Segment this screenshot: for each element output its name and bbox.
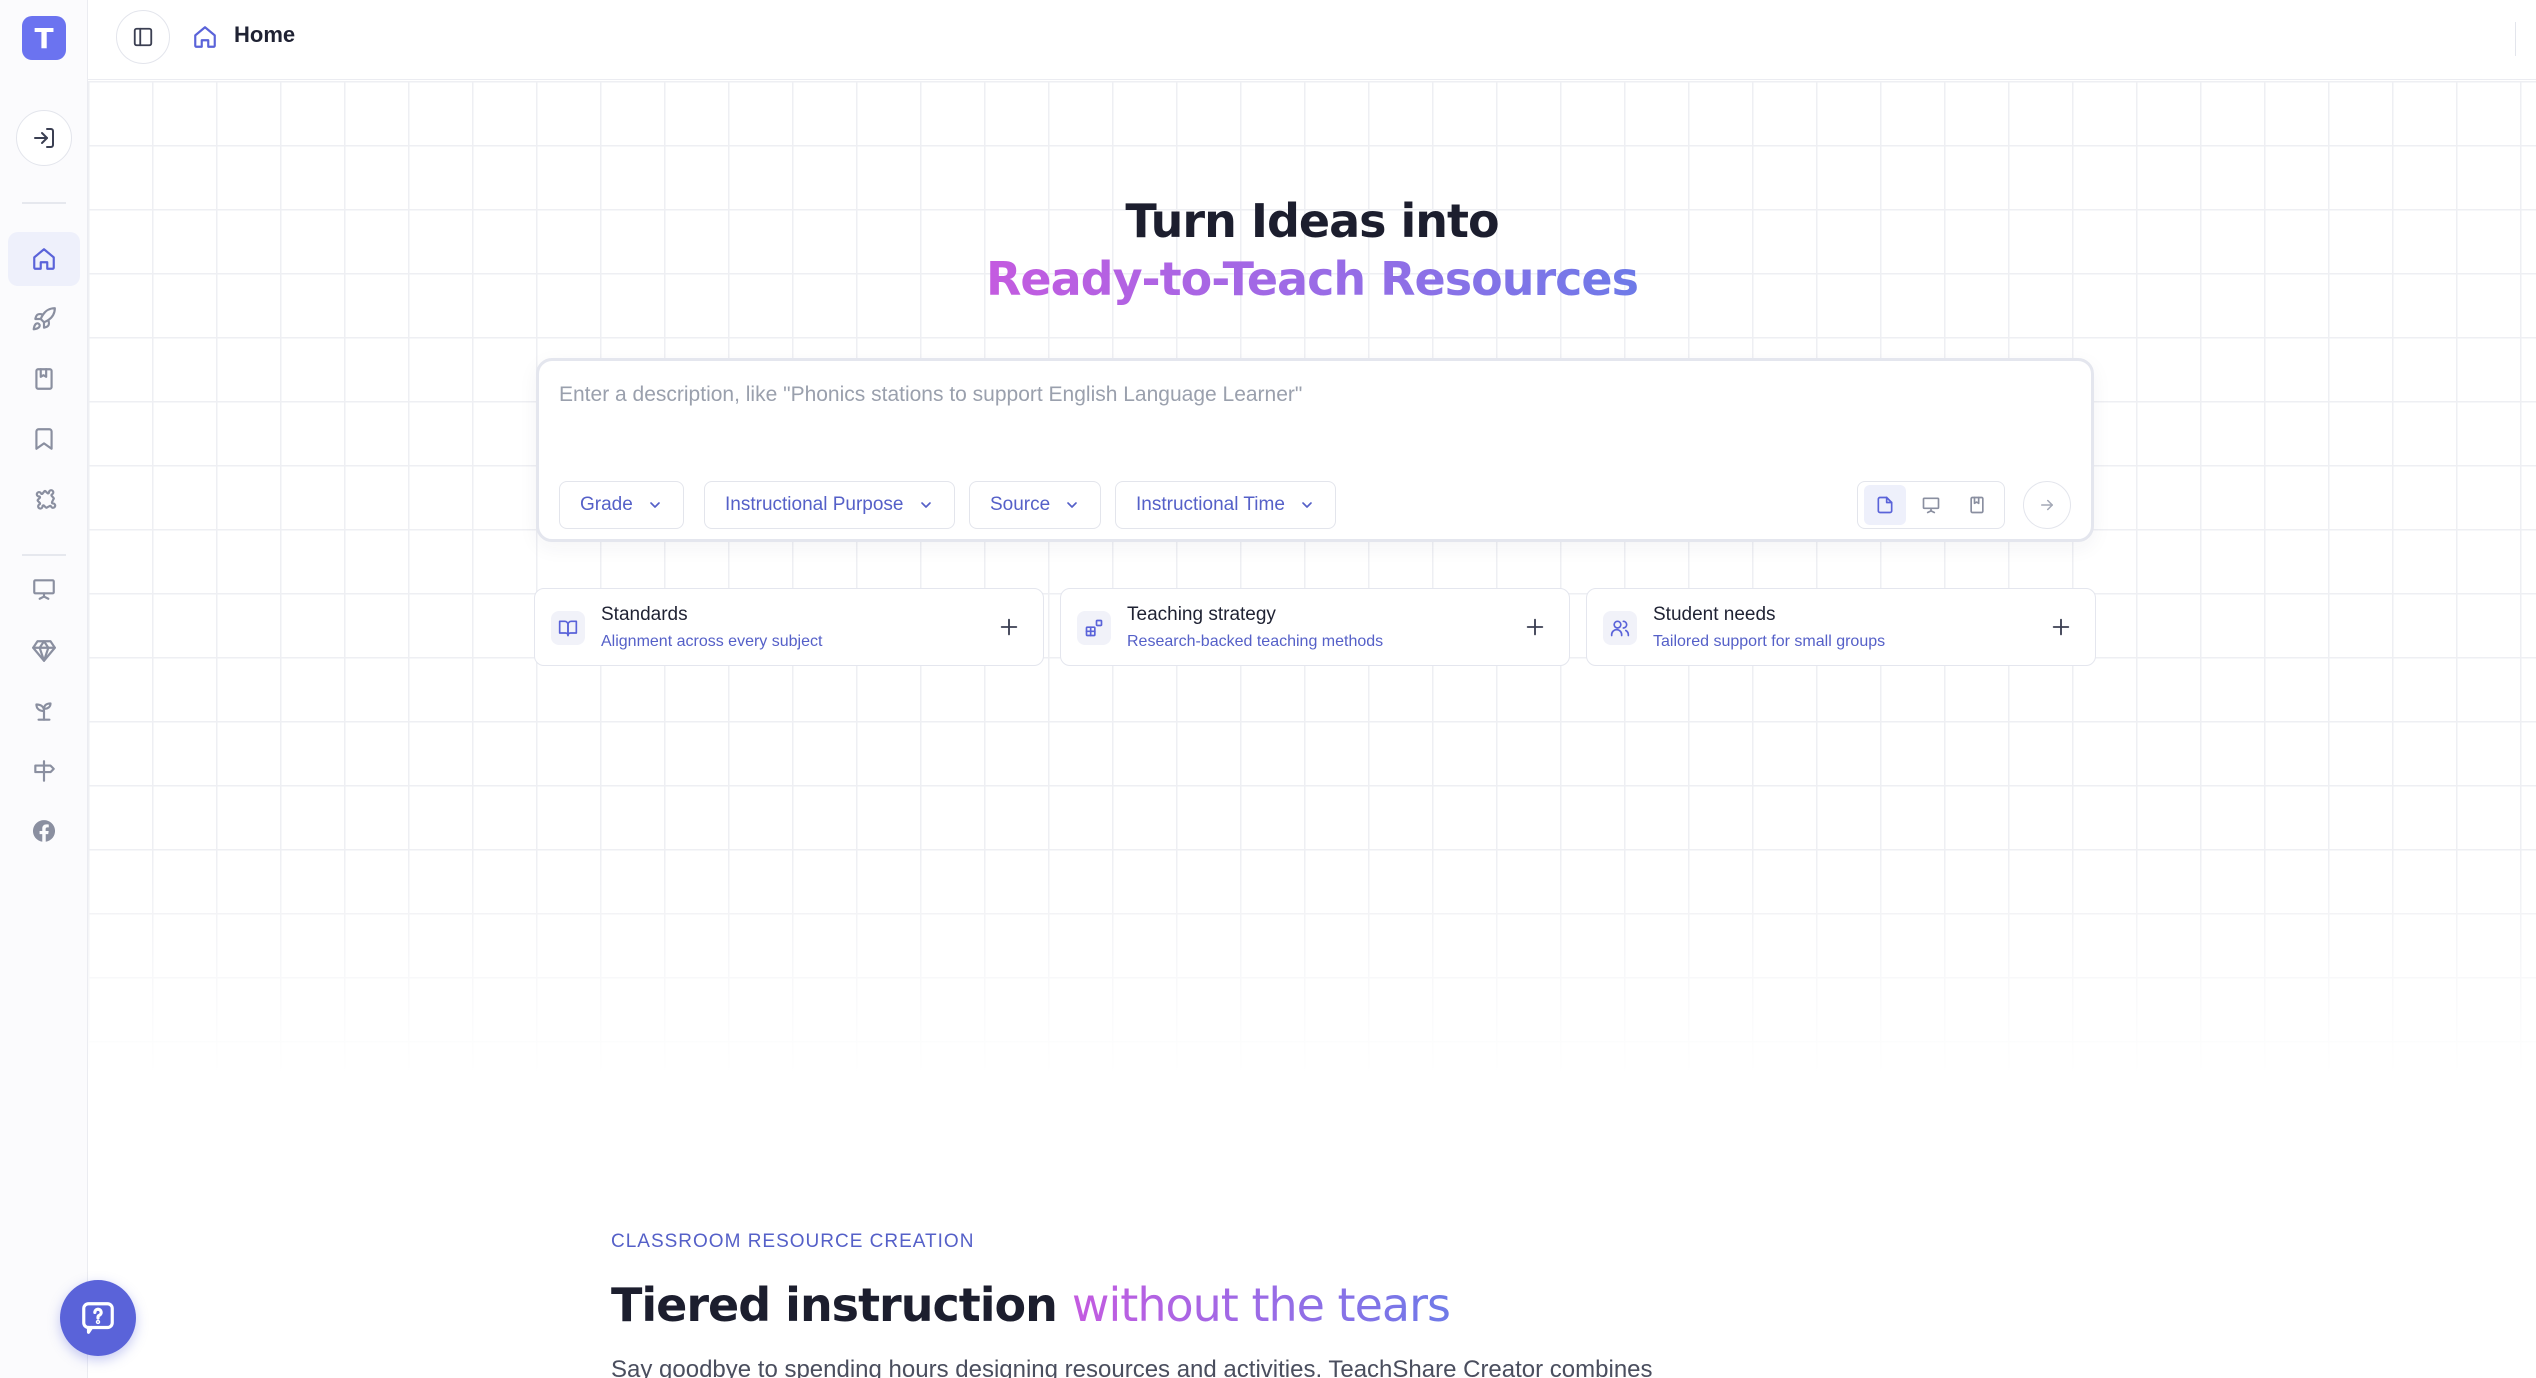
- instructional-purpose-dropdown[interactable]: Instructional Purpose: [704, 481, 955, 529]
- chevron-down-icon: [1067, 502, 1078, 508]
- top-bar: Home: [88, 0, 2536, 80]
- instructional-time-dropdown[interactable]: Instructional Time: [1115, 481, 1336, 529]
- presentation-icon: [33, 579, 55, 600]
- section-eyebrow: CLASSROOM RESOURCE CREATION: [611, 1231, 975, 1252]
- instructional-purpose-label: Instructional Purpose: [725, 494, 904, 515]
- panel-left-icon: [133, 27, 153, 47]
- instructional-time-label: Instructional Time: [1136, 494, 1285, 515]
- bookmark-icon: [35, 428, 53, 450]
- book-icon: [35, 368, 53, 390]
- card-subtitle: Research-backed teaching methods: [1127, 633, 1384, 650]
- description-input[interactable]: [559, 375, 2059, 415]
- section-title-plain: Tiered instruction: [611, 1278, 1072, 1332]
- card-title: Student needs: [1653, 604, 1776, 625]
- card-subtitle: Tailored support for small groups: [1653, 633, 1886, 650]
- hero-title-line-1: Turn Ideas into: [1125, 194, 1499, 248]
- facebook-icon: [32, 820, 56, 842]
- users-icon: [1603, 611, 1637, 645]
- card-title: Teaching strategy: [1127, 604, 1276, 625]
- source-dropdown[interactable]: Source: [969, 481, 1102, 529]
- sprout-icon: [35, 702, 52, 721]
- sidebar-item-integrations[interactable]: [8, 472, 80, 526]
- sidebar: T: [0, 0, 88, 1378]
- sidebar-item-create[interactable]: [8, 292, 80, 346]
- sidebar-item-facebook[interactable]: [8, 804, 80, 858]
- sign-in-button[interactable]: [16, 110, 72, 166]
- hero-fade: [88, 850, 2536, 1100]
- signpost-icon: [34, 760, 55, 782]
- rocket-icon: [32, 307, 56, 331]
- section-title-accent: without the tears: [1071, 1278, 1451, 1332]
- lower-section: [88, 1095, 2536, 1378]
- student-needs-card[interactable]: Student needs Tailored support for small…: [1586, 588, 2096, 666]
- standards-card[interactable]: Standards Alignment across every subject: [534, 588, 1044, 666]
- sidebar-item-home[interactable]: [8, 232, 80, 286]
- teaching-strategy-card[interactable]: Teaching strategy Research-backed teachi…: [1060, 588, 1570, 666]
- section-title: Tiered instruction without the tears: [611, 1278, 1451, 1332]
- sidebar-item-presentations[interactable]: [8, 562, 80, 616]
- plus-icon[interactable]: [2045, 611, 2077, 643]
- breadcrumb: Home: [234, 22, 296, 47]
- sidebar-item-premium[interactable]: [8, 624, 80, 678]
- sidebar-item-growth[interactable]: [8, 684, 80, 738]
- presentation-mode-button[interactable]: [1910, 485, 1952, 525]
- document-mode-button[interactable]: [1864, 485, 1906, 525]
- card-subtitle: Alignment across every subject: [601, 633, 823, 650]
- puzzle-icon: [35, 489, 57, 510]
- help-chat-button[interactable]: [60, 1280, 136, 1356]
- chevron-down-icon: [1302, 502, 1312, 508]
- arrow-right-icon: [2041, 499, 2053, 511]
- source-dropdown-label: Source: [990, 494, 1051, 515]
- card-title: Standards: [601, 604, 688, 625]
- log-in-icon: [34, 128, 54, 148]
- grade-dropdown-label: Grade: [580, 494, 633, 515]
- submit-button[interactable]: [2023, 481, 2071, 529]
- file-icon: [1877, 496, 1893, 514]
- resource-type-toggle: [1857, 481, 2005, 529]
- grade-dropdown[interactable]: Grade: [559, 481, 684, 529]
- sidebar-item-saved[interactable]: [8, 412, 80, 466]
- book-mode-button[interactable]: [1956, 485, 1998, 525]
- plus-icon[interactable]: [1519, 611, 1551, 643]
- home-icon: [194, 26, 216, 48]
- presentation-icon: [1922, 497, 1940, 514]
- plus-icon[interactable]: [993, 611, 1025, 643]
- home-icon: [33, 248, 55, 270]
- prompt-card: Grade Instructional Purpose Source Instr…: [536, 358, 2094, 542]
- help-chat-icon: [82, 1302, 114, 1334]
- open-book-icon: [551, 611, 585, 645]
- section-body: Say goodbye to spending hours designing …: [611, 1356, 1653, 1378]
- sidebar-item-library[interactable]: [8, 352, 80, 406]
- hero-title-accent: Ready-to-Teach Resources: [985, 252, 1639, 306]
- book-icon: [1970, 496, 1984, 514]
- gem-icon: [32, 640, 56, 662]
- top-bar-divider: [2514, 22, 2516, 56]
- chevron-down-icon: [649, 502, 660, 508]
- app-logo[interactable]: T: [22, 16, 66, 60]
- hero-title-line-2: Ready-to-Teach Resources: [88, 252, 2536, 306]
- sidebar-item-guide[interactable]: [8, 744, 80, 798]
- sidebar-divider: [22, 554, 66, 556]
- toggle-sidebar-button[interactable]: [116, 10, 170, 64]
- sidebar-divider: [22, 202, 66, 204]
- blocks-icon: [1077, 611, 1111, 645]
- chevron-down-icon: [920, 502, 931, 508]
